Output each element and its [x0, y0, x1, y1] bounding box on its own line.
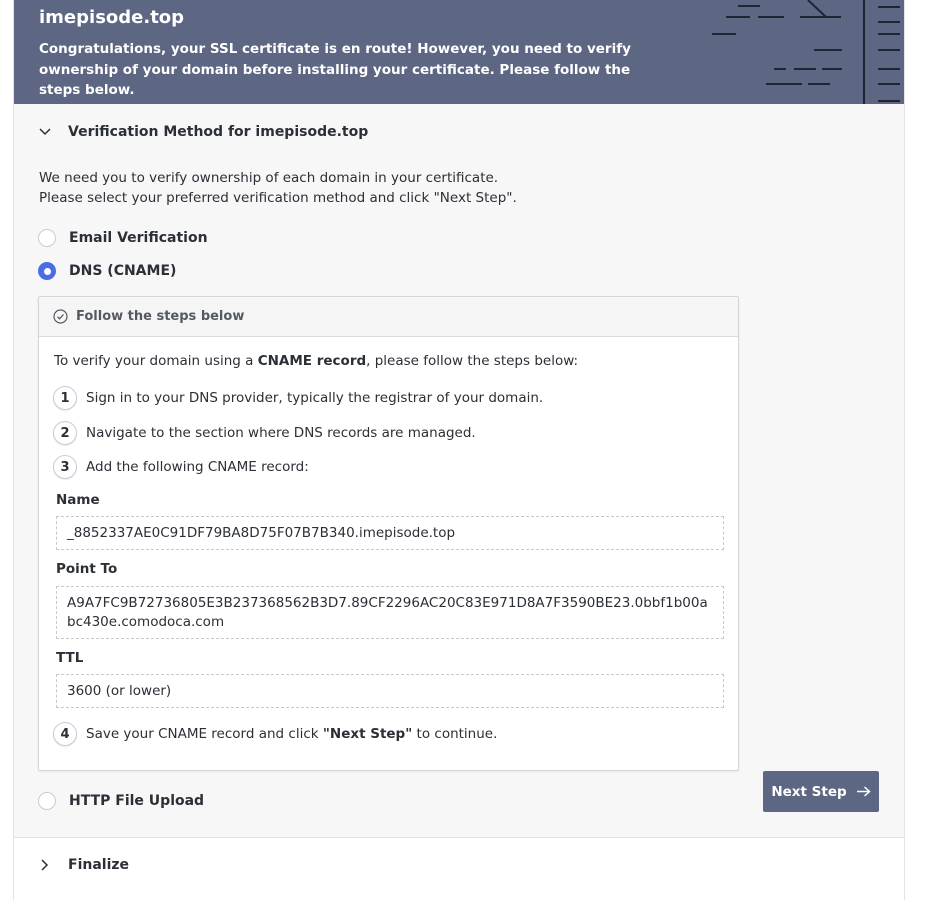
step-2: 2 Navigate to the section where DNS reco… — [53, 421, 476, 445]
step-4-text-start: Save your CNAME record and click — [86, 726, 323, 742]
finalize-title: Finalize — [68, 857, 130, 873]
dns-cname-label: DNS (CNAME) — [69, 263, 177, 279]
ttl-field[interactable]: 3600 (or lower) — [56, 674, 724, 708]
step-text: Save your CNAME record and click "Next S… — [86, 726, 497, 742]
next-step-button[interactable]: Next Step — [763, 771, 879, 812]
chevron-right-icon — [38, 858, 52, 872]
step-text: Sign in to your DNS provider, typically … — [86, 390, 544, 406]
step-text: Navigate to the section where DNS record… — [86, 425, 476, 441]
verification-section-title: Verification Method for imepisode.top — [68, 124, 369, 140]
http-file-upload-option[interactable]: HTTP File Upload — [38, 792, 204, 810]
domain-title: imepisode.top — [39, 7, 185, 28]
point-to-field[interactable]: A9A7FC9B72736805E3B237368562B3D7.89CF229… — [56, 586, 724, 639]
next-step-label: Next Step — [771, 783, 847, 800]
step-number: 2 — [53, 421, 77, 445]
http-file-upload-radio[interactable] — [38, 792, 56, 810]
step-number: 1 — [53, 386, 77, 410]
ttl-label: TTL — [56, 650, 84, 666]
verification-intro: We need you to verify ownership of each … — [39, 168, 517, 208]
intro-line-2: Please select your preferred verificatio… — [39, 190, 517, 206]
name-field[interactable]: _8852337AE0C91DF79BA8D75F07B7B340.imepis… — [56, 516, 724, 550]
step-4-text-end: to continue. — [412, 726, 498, 742]
page-header: imepisode.top Congratulations, your SSL … — [14, 0, 904, 104]
check-circle-icon — [53, 309, 68, 324]
step-3: 3 Add the following CNAME record: — [53, 455, 309, 479]
lead-text-bold: CNAME record — [257, 353, 367, 369]
arrow-right-icon — [856, 786, 871, 797]
steps-panel-title: Follow the steps below — [76, 309, 245, 324]
cname-steps-panel: Follow the steps below To verify your do… — [38, 296, 739, 771]
email-verification-option[interactable]: Email Verification — [38, 229, 208, 247]
chevron-down-icon — [38, 125, 52, 139]
finalize-section-toggle[interactable]: Finalize — [38, 857, 129, 873]
lead-text-end: , please follow the steps below: — [366, 353, 579, 369]
lead-text-start: To verify your domain using a — [54, 353, 258, 369]
email-verification-label: Email Verification — [69, 230, 208, 246]
dns-cname-radio[interactable] — [38, 262, 56, 280]
intro-line-1: We need you to verify ownership of each … — [39, 170, 499, 186]
header-message: Congratulations, your SSL certificate is… — [39, 41, 631, 98]
cname-lead-text: To verify your domain using a CNAME reco… — [54, 353, 578, 369]
step-4: 4 Save your CNAME record and click "Next… — [53, 722, 497, 746]
step-1: 1 Sign in to your DNS provider, typicall… — [53, 386, 543, 410]
step-number: 3 — [53, 455, 77, 479]
steps-panel-header: Follow the steps below — [39, 297, 738, 337]
decorative-lines-icon — [712, 0, 900, 104]
dns-cname-option[interactable]: DNS (CNAME) — [38, 262, 176, 280]
step-text: Add the following CNAME record: — [86, 459, 309, 475]
verification-card: imepisode.top Congratulations, your SSL … — [14, 0, 904, 900]
finalize-section — [14, 837, 904, 900]
http-file-upload-label: HTTP File Upload — [69, 793, 205, 809]
step-number: 4 — [53, 722, 77, 746]
step-4-text-bold: "Next Step" — [322, 726, 413, 742]
point-to-label: Point To — [56, 561, 118, 577]
name-label: Name — [56, 492, 100, 508]
verification-section-toggle[interactable]: Verification Method for imepisode.top — [38, 124, 368, 140]
email-verification-radio[interactable] — [38, 229, 56, 247]
